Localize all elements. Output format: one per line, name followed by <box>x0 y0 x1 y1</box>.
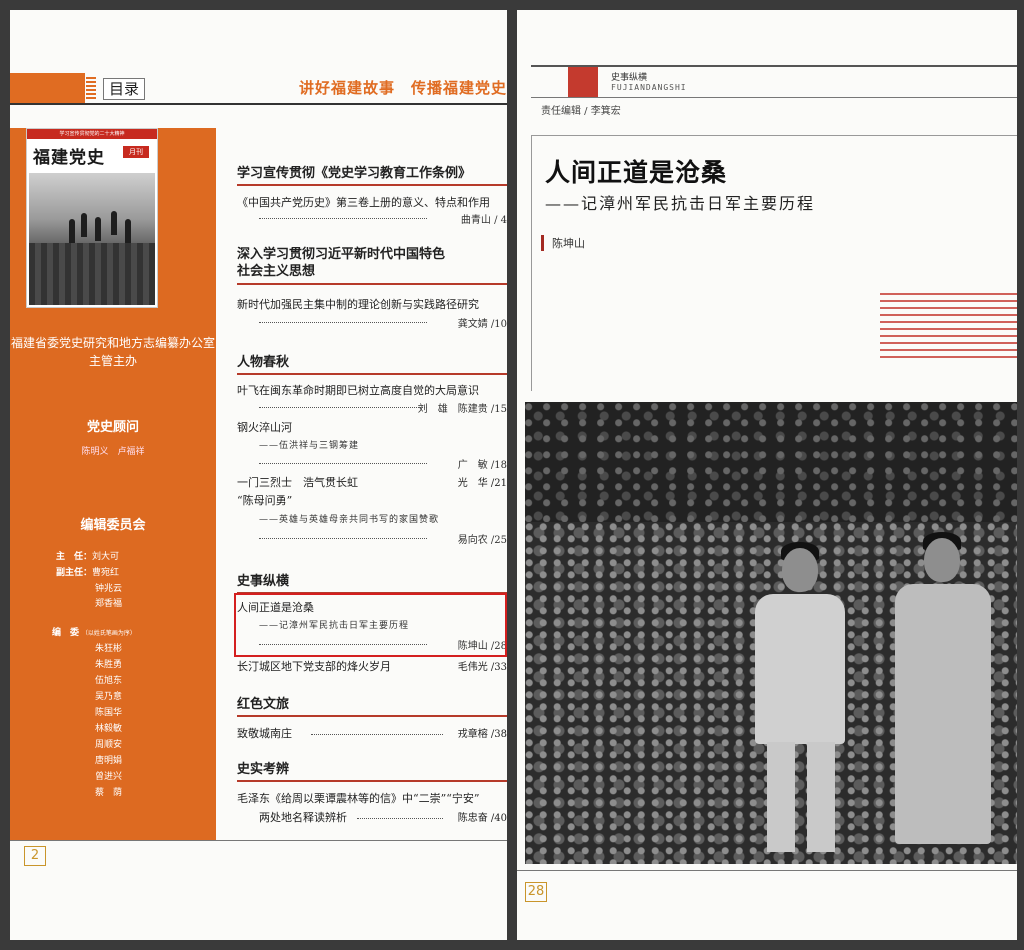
editor-name: 吴乃意 <box>95 692 123 702</box>
toc-entry-title[interactable]: 致敬城南庄 戎章榕 /38 <box>237 725 507 741</box>
editors-note: （以姓氏笔画为序） <box>81 630 136 637</box>
toc-entry-title[interactable]: 一门三烈士 浩气贯长虹 光 华 /21 <box>237 474 507 490</box>
toc-entry-author: 曲青山 / 4 <box>259 211 507 226</box>
toc-entry-author: 龚文婧 /10 <box>259 315 507 330</box>
toc-entry-title-text: 长汀城区地下党支部的烽火岁月 <box>237 660 391 673</box>
toc-section-heading: 史事纵横 <box>237 570 507 594</box>
toc-section-heading: 史实考辨 <box>237 758 507 782</box>
toc-entry-author: 广 敏 /18 <box>259 456 507 471</box>
cover-title: 福建党史 <box>33 148 105 168</box>
deputy-name: 郑香福 <box>95 599 123 609</box>
decorative-stripes <box>880 293 1017 369</box>
toc-author-page: 广 敏 /18 <box>457 460 507 471</box>
historical-photo <box>525 402 1017 864</box>
toc-author-page: 毛伟光 /33 <box>457 662 507 673</box>
publisher-org: 福建省委党史研究和地方志编纂办公室 <box>10 336 215 350</box>
toc-author-page: 陈忠奋 /40 <box>457 813 507 824</box>
article-title: 人间正道是沧桑 <box>545 158 728 187</box>
toc-entry-title: 两处地名释读辨析 陈忠奋 /40 <box>259 809 507 825</box>
editor-name: 林毅敏 <box>95 724 123 734</box>
toc-entry-subtitle: ——英雄与英雄母亲共同书写的家国赞歌 <box>259 515 440 525</box>
publisher-role: 主管主办 <box>88 354 137 368</box>
footer-rule <box>517 870 1017 871</box>
editor-name: 曾进兴 <box>95 772 123 782</box>
editor-name: 周顺安 <box>95 740 123 750</box>
editor-name: 唐明娟 <box>95 756 123 766</box>
toc-author-page: 戎章榕 /38 <box>457 729 507 740</box>
toc-entry-title[interactable]: 毛泽东《给周以栗谭震林等的信》中“二崇”“宁安” <box>237 790 480 806</box>
toc-entry-title[interactable]: 《中国共产党历史》第三卷上册的意义、特点和作用 <box>237 194 490 210</box>
right-page: 史事纵横 FUJIANDANGSHI 责任编辑 / 李箕宏 人间正道是沧桑 ——… <box>517 10 1017 940</box>
page-number: 28 <box>525 882 547 902</box>
toc-author-page: 光 华 /21 <box>457 478 507 489</box>
deputy-row: 副主任：曹宛红 <box>56 565 119 578</box>
deputy-label: 副主任： <box>56 568 93 578</box>
director-row: 主 任：刘大可 <box>56 549 119 562</box>
magazine-cover-thumbnail: 学习宣传贯彻党的二十大精神 福建党史 月刊 <box>26 128 158 308</box>
page-number: 2 <box>24 846 46 866</box>
article-subtitle: ——记漳州军民抗击日军主要历程 <box>545 194 816 213</box>
deputy-name: 钟兆云 <box>95 584 123 594</box>
column-header: 史事纵横 FUJIANDANGSHI <box>531 65 1017 98</box>
advisor-heading: 党史顾问 <box>86 420 139 435</box>
toc-author-page: 易向农 /25 <box>457 535 507 546</box>
toc-section-heading: 深入学习贯彻习近平新时代中国特色 社会主义思想 <box>237 246 507 285</box>
toc-section-heading: 学习宣传贯彻《党史学习教育工作条例》 <box>237 162 507 186</box>
column-header-tab <box>568 67 598 97</box>
editor-name: 蔡 荫 <box>95 788 123 798</box>
committee-heading: 编辑委员会 <box>80 518 146 533</box>
toc-entry-author: 易向农 /25 <box>259 531 507 546</box>
editors-label: 编 委 <box>52 628 80 638</box>
toc-entry-title[interactable]: 叶飞在闽东革命时期即已树立高度自觉的大局意识 <box>237 382 479 398</box>
cover-strip: 学习宣传贯彻党的二十大精神 <box>27 129 157 139</box>
toc-author-page: 龚文婧 /10 <box>457 319 507 330</box>
director-label: 主 任： <box>56 552 93 562</box>
left-page: 目录 讲好福建故事 传播福建党史 学习宣传贯彻党的二十大精神 福建党史 月刊 福… <box>10 10 507 940</box>
toc-entry-title-text: 两处地名释读辨析 <box>259 811 347 824</box>
column-name-en: FUJIANDANGSHI <box>611 83 687 92</box>
toc-entry-title[interactable]: 钢火淬山河 <box>237 419 292 435</box>
toc-author-page: 刘 雄 陈建贵 /15 <box>417 404 507 415</box>
toc-entry-author: 刘 雄 陈建贵 /15 <box>259 400 507 415</box>
editor-name: 朱狂彬 <box>95 644 123 654</box>
toc-section-line: 社会主义思想 <box>237 264 316 279</box>
masthead-sidebar: 学习宣传贯彻党的二十大精神 福建党史 月刊 福建省委党史研究和地方志编纂办公室 … <box>10 128 216 840</box>
footer-rule <box>10 840 507 841</box>
toc-section-heading: 人物春秋 <box>237 351 507 375</box>
toc-section-line: 深入学习贯彻习近平新时代中国特色 <box>237 247 446 262</box>
toc-entry-subtitle: ——伍洪祥与三钢筹建 <box>259 441 360 451</box>
cover-photo <box>29 173 155 305</box>
article-author: 陈坤山 <box>541 235 585 251</box>
editor-name: 陈国华 <box>95 708 123 718</box>
editor-name: 朱胜勇 <box>95 660 123 670</box>
toc-entry-title[interactable]: 长汀城区地下党支部的烽火岁月 毛伟光 /33 <box>237 658 507 674</box>
header-slogan: 讲好福建故事 传播福建党史 <box>298 79 507 97</box>
editor-name: 伍旭东 <box>95 676 123 686</box>
toc-entry-title[interactable]: 新时代加强民主集中制的理论创新与实践路径研究 <box>237 296 479 312</box>
cover-badge: 月刊 <box>123 146 149 158</box>
highlighted-toc-entry-box <box>234 593 507 657</box>
director-name: 刘大可 <box>92 552 120 562</box>
toc-author-page: 曲青山 / 4 <box>460 215 507 226</box>
column-name: 史事纵横 <box>611 73 648 83</box>
toc-entry-title-text: 一门三烈士 浩气贯长虹 <box>237 476 358 489</box>
advisor-names: 陈明义 卢福祥 <box>81 447 145 457</box>
responsible-editor: 责任编辑 / 李箕宏 <box>541 106 621 117</box>
publisher-info: 福建省委党史研究和地方志编纂办公室 主管主办 <box>10 334 216 370</box>
deputy-name: 曹宛红 <box>92 568 120 578</box>
editors-row: 编 委 （以姓氏笔画为序） <box>52 625 136 638</box>
toc-entry-title[interactable]: “陈母问勇” <box>237 492 292 508</box>
header-orange-tab <box>10 73 96 103</box>
toc-section-heading: 红色文旅 <box>237 693 507 717</box>
left-header-bar: 目录 讲好福建故事 传播福建党史 <box>10 73 507 105</box>
toc-entry-title-text: 致敬城南庄 <box>237 727 292 740</box>
menu-label: 目录 <box>103 78 145 100</box>
